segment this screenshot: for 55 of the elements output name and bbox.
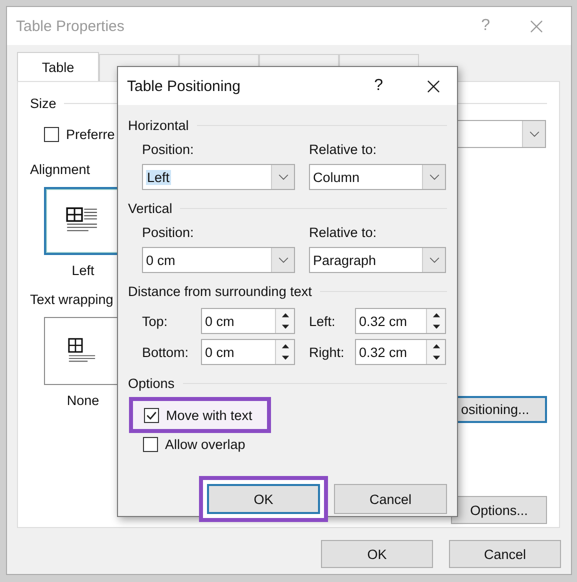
- window-title: Table Properties: [16, 18, 126, 34]
- chevron-down-icon: [278, 174, 288, 180]
- chevron-down-icon: [278, 256, 288, 264]
- section-heading: Text wrapping: [30, 292, 114, 306]
- chevron-down-icon: [428, 256, 440, 264]
- down-arrow-icon[interactable]: [280, 324, 290, 330]
- help-button[interactable]: ?: [374, 77, 383, 95]
- option-caption: None: [66, 393, 100, 408]
- chevron-down-icon: [528, 130, 540, 138]
- up-arrow-icon[interactable]: [280, 312, 290, 318]
- field-label: Top:: [142, 314, 169, 328]
- options-button[interactable]: Options...: [451, 496, 547, 524]
- dialog-button[interactable]: OK: [321, 540, 433, 568]
- checkbox[interactable]: [143, 437, 158, 452]
- checkbox-label: Move with text: [166, 408, 252, 422]
- tab[interactable]: Table: [17, 52, 99, 81]
- up-arrow-icon[interactable]: [280, 343, 290, 349]
- close-icon[interactable]: [427, 80, 440, 92]
- down-arrow-icon[interactable]: [432, 355, 440, 361]
- option-caption: Left: [70, 263, 96, 278]
- field-label: Relative to:: [309, 142, 378, 158]
- up-arrow-icon[interactable]: [432, 343, 440, 349]
- field-label: Position:: [142, 225, 195, 241]
- section-heading: Alignment: [30, 162, 90, 176]
- down-arrow-icon[interactable]: [432, 324, 440, 330]
- checkbox[interactable]: [44, 126, 59, 142]
- alignment-option[interactable]: [44, 187, 120, 255]
- spin-field[interactable]: 0 cm: [201, 339, 295, 365]
- section-heading: Options: [128, 376, 175, 390]
- checkbox-label: Allow overlap: [165, 437, 246, 452]
- field-label: Relative to:: [309, 225, 378, 241]
- checkbox-label: Preferre: [66, 126, 115, 142]
- section-heading: Distance from surrounding text: [128, 284, 312, 298]
- dialog-button[interactable]: OK: [207, 484, 320, 514]
- position-dropdown[interactable]: 0 cm: [142, 247, 295, 273]
- relative-to-dropdown[interactable]: Paragraph: [309, 247, 446, 273]
- dialog-button[interactable]: Cancel: [334, 484, 447, 514]
- checkbox[interactable]: [144, 408, 159, 422]
- up-arrow-icon[interactable]: [432, 312, 440, 318]
- relative-to-dropdown[interactable]: Column: [309, 164, 446, 190]
- spin-field[interactable]: 0.32 cm: [355, 339, 446, 365]
- field-label: Right:: [309, 344, 346, 360]
- spin-field[interactable]: 0 cm: [201, 308, 295, 334]
- field-label: Position:: [142, 142, 195, 158]
- dialog-button[interactable]: Cancel: [449, 540, 561, 568]
- spin-field[interactable]: 0.32 cm: [355, 308, 446, 334]
- field-label: Bottom:: [142, 344, 190, 360]
- section-heading: Vertical: [128, 200, 172, 216]
- down-arrow-icon[interactable]: [280, 355, 290, 361]
- section-heading: Horizontal: [128, 118, 189, 132]
- position-dropdown[interactable]: Left: [142, 164, 295, 190]
- dialog-title: Table Positioning: [127, 78, 242, 94]
- field-label: Left:: [309, 314, 336, 328]
- section-heading: Size: [30, 96, 56, 110]
- chevron-down-icon: [428, 174, 440, 180]
